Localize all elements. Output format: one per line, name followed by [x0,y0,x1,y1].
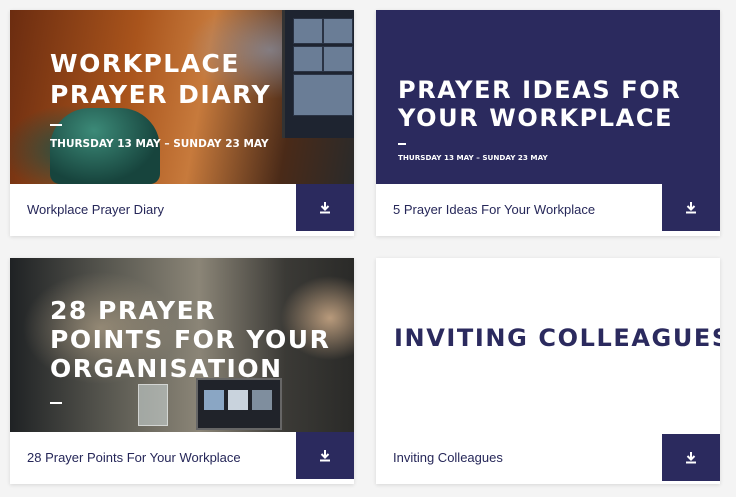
card-caption[interactable]: Workplace Prayer Diary [27,184,164,236]
card-caption[interactable]: 28 Prayer Points For Your Workplace [27,432,241,484]
card-image[interactable]: 28 PRAYER POINTS FOR YOUR ORGANISATION [10,258,354,432]
download-icon [686,452,696,464]
image-dates: THURSDAY 13 MAY – SUNDAY 23 MAY [398,153,548,162]
image-title: WORKPLACE PRAYER DIARY [50,49,272,109]
image-title: PRAYER IDEAS FOR YOUR WORKPLACE [398,76,682,132]
glass-graphic [138,384,168,426]
image-dates: THURSDAY 13 MAY – SUNDAY 23 MAY [50,138,269,150]
card-image[interactable]: INVITING COLLEAGUES [376,258,720,432]
divider [398,143,406,145]
download-icon [686,202,696,214]
laptop-graphic [196,378,282,430]
laptop-graphic [282,10,354,138]
resource-card-workplace-prayer-diary[interactable]: WORKPLACE PRAYER DIARY THURSDAY 13 MAY –… [10,10,354,236]
divider [50,124,62,126]
download-icon [320,450,330,462]
card-caption[interactable]: Inviting Colleagues [393,432,503,484]
download-button[interactable] [296,184,354,231]
download-icon [320,202,330,214]
card-image[interactable]: WORKPLACE PRAYER DIARY THURSDAY 13 MAY –… [10,10,354,184]
image-title: INVITING COLLEAGUES [394,324,720,352]
resource-card-inviting-colleagues[interactable]: INVITING COLLEAGUES Inviting Colleagues [376,258,720,484]
divider [50,402,62,404]
download-button[interactable] [296,432,354,479]
resource-card-prayer-ideas[interactable]: PRAYER IDEAS FOR YOUR WORKPLACE THURSDAY… [376,10,720,236]
resource-card-28-prayer-points[interactable]: 28 PRAYER POINTS FOR YOUR ORGANISATION 2… [10,258,354,484]
card-image[interactable]: PRAYER IDEAS FOR YOUR WORKPLACE THURSDAY… [376,10,720,184]
card-caption[interactable]: 5 Prayer Ideas For Your Workplace [393,184,595,236]
download-button[interactable] [662,184,720,231]
download-button[interactable] [662,434,720,481]
image-title: 28 PRAYER POINTS FOR YOUR ORGANISATION [50,296,331,383]
